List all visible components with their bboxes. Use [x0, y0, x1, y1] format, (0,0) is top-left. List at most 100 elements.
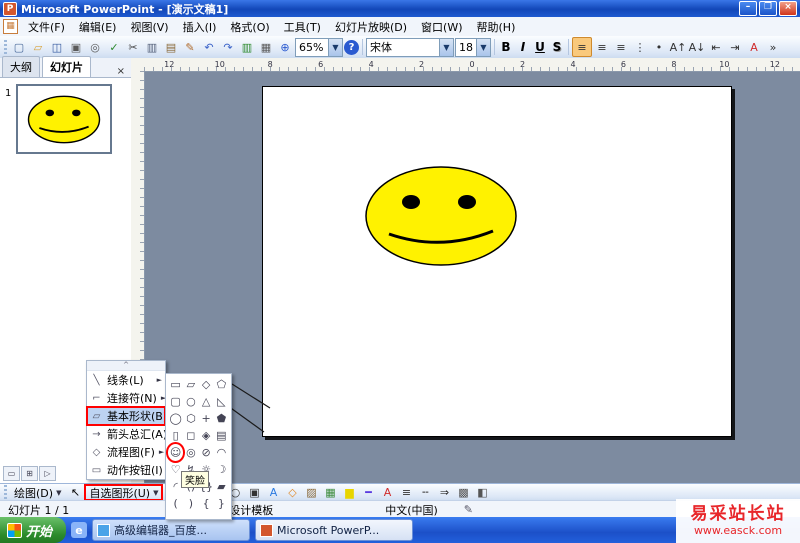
quick-launch-icon[interactable]: e — [71, 522, 88, 538]
spelling-icon[interactable]: ✓ — [105, 38, 123, 56]
pane-close-icon[interactable]: × — [115, 66, 127, 77]
shape-cell[interactable]: ▤ — [214, 427, 229, 444]
menu-item-basic-shapes[interactable]: ▱ 基本形状(B) ► — [86, 406, 177, 426]
increase-font-icon[interactable]: A↑ — [669, 38, 687, 56]
3d-style-icon[interactable]: ◧ — [473, 484, 491, 502]
zoom-dropdown-icon[interactable]: ▼ — [328, 38, 342, 56]
align-right-icon[interactable]: ≡ — [612, 38, 630, 56]
slide-canvas[interactable] — [262, 86, 732, 437]
shape-cell[interactable]: ▰ — [214, 478, 229, 495]
open-icon[interactable]: ▱ — [29, 38, 47, 56]
menu-chevron-icon[interactable]: ^ — [87, 361, 165, 371]
menu-item[interactable]: 编辑(E) — [72, 17, 124, 37]
line-color-icon[interactable]: ━ — [359, 484, 377, 502]
shape-cell[interactable]: ◺ — [214, 393, 229, 410]
tab-slides[interactable]: 幻灯片 — [42, 56, 91, 77]
menu-item[interactable]: 文件(F) — [21, 17, 72, 37]
document-window-icon[interactable]: ▦ — [3, 19, 18, 34]
shadow-style-icon[interactable]: ▩ — [454, 484, 472, 502]
normal-view-icon[interactable]: ▭ — [3, 466, 20, 481]
print-preview-icon[interactable]: ◎ — [86, 38, 104, 56]
autoshapes-button[interactable]: 自选图形(U) ▼ — [84, 484, 164, 501]
help-button[interactable]: ? — [344, 39, 359, 55]
slideshow-view-icon[interactable]: ▷ — [39, 466, 56, 481]
align-left-icon[interactable]: ≡ — [572, 37, 592, 57]
diagram-icon[interactable]: ◇ — [283, 484, 301, 502]
arrow-style-icon[interactable]: ⇒ — [435, 484, 453, 502]
shape-cell[interactable]: ☽ — [214, 461, 229, 478]
increase-indent-icon[interactable]: ⇥ — [726, 38, 744, 56]
picture-icon[interactable]: ▦ — [321, 484, 339, 502]
paste-icon[interactable]: ▤ — [162, 38, 180, 56]
menu-item-block-arrows[interactable]: → 箭头总汇(A) ► — [87, 425, 176, 443]
menu-item-action-buttons[interactable]: ▭ 动作按钮(I) ► — [87, 461, 172, 479]
tab-outline[interactable]: 大纲 — [2, 56, 40, 77]
underline-button[interactable]: U — [532, 38, 548, 56]
shape-cell[interactable]: ☺ — [168, 444, 183, 461]
copy-icon[interactable]: ▥ — [143, 38, 161, 56]
menu-item[interactable]: 视图(V) — [123, 17, 175, 37]
hyperlink-icon[interactable]: ⊕ — [276, 38, 294, 56]
chart-icon[interactable]: ▥ — [238, 38, 256, 56]
redo-icon[interactable]: ↷ — [219, 38, 237, 56]
shape-cell[interactable]: ◈ — [199, 427, 214, 444]
font-color-icon[interactable]: A — [378, 484, 396, 502]
line-style-icon[interactable]: ≡ — [397, 484, 415, 502]
toolbar-grip[interactable] — [4, 485, 7, 500]
shape-cell[interactable]: ▯ — [168, 427, 183, 444]
shape-cell[interactable]: ◎ — [183, 444, 198, 461]
font-name-combo[interactable]: 宋体 ▼ — [366, 37, 454, 57]
menu-item-lines[interactable]: ╲ 线条(L) ► — [87, 371, 165, 389]
font-color-icon[interactable]: A — [745, 38, 763, 56]
shape-cell[interactable]: + — [199, 410, 214, 427]
shape-cell[interactable]: ◠ — [214, 444, 229, 461]
shape-cell[interactable]: { — [199, 495, 214, 512]
decrease-indent-icon[interactable]: ⇤ — [707, 38, 725, 56]
toolbar-options-icon[interactable]: » — [764, 38, 782, 56]
language-indicator[interactable]: 中文(中国) — [385, 502, 438, 518]
slide-sorter-view-icon[interactable]: ⊞ — [21, 466, 38, 481]
shape-cell[interactable]: ⊘ — [199, 444, 214, 461]
shape-cell[interactable]: △ — [199, 393, 214, 410]
shape-cell[interactable]: ◇ — [199, 376, 214, 393]
clip-art-icon[interactable]: ▨ — [302, 484, 320, 502]
save-icon[interactable]: ◫ — [48, 38, 66, 56]
slide-thumbnail[interactable] — [16, 84, 112, 154]
size-dropdown-icon[interactable]: ▼ — [476, 38, 490, 56]
menu-item-connectors[interactable]: ⌐ 连接符(N) ► — [87, 389, 166, 407]
shape-cell[interactable]: ⬡ — [183, 410, 198, 427]
shape-cell[interactable]: } — [214, 495, 229, 512]
font-size-combo[interactable]: 18 ▼ — [455, 37, 491, 57]
shape-cell[interactable]: ⬠ — [214, 376, 229, 393]
menu-item[interactable]: 插入(I) — [176, 17, 224, 37]
restore-button[interactable]: ❐ — [759, 1, 777, 16]
new-icon[interactable]: ▢ — [10, 38, 28, 56]
bold-button[interactable]: B — [498, 38, 514, 56]
table-icon[interactable]: ▦ — [257, 38, 275, 56]
shape-cell[interactable]: ⬟ — [214, 410, 229, 427]
select-objects-icon[interactable]: ↖ — [66, 484, 84, 502]
italic-button[interactable]: I — [515, 38, 531, 56]
shape-cell[interactable]: ( — [168, 495, 183, 512]
menu-item[interactable]: 工具(T) — [277, 17, 328, 37]
undo-icon[interactable]: ↶ — [200, 38, 218, 56]
shape-cell[interactable]: ) — [183, 495, 198, 512]
align-center-icon[interactable]: ≡ — [593, 38, 611, 56]
smiley-face-shape[interactable] — [361, 160, 521, 272]
start-button[interactable]: 开始 — [0, 517, 67, 543]
text-shadow-button[interactable]: S — [549, 38, 565, 56]
shape-cell[interactable]: ▭ — [168, 376, 183, 393]
menu-item[interactable]: 格式(O) — [223, 17, 276, 37]
print-icon[interactable]: ▣ — [67, 38, 85, 56]
format-painter-icon[interactable]: ✎ — [181, 38, 199, 56]
font-dropdown-icon[interactable]: ▼ — [439, 38, 453, 56]
dash-style-icon[interactable]: ╌ — [416, 484, 434, 502]
draw-menu-button[interactable]: 绘图(D) ▼ — [10, 485, 65, 500]
taskbar-task-editor[interactable]: 高级编辑器_百度... — [92, 519, 251, 541]
menu-item[interactable]: 窗口(W) — [414, 17, 469, 37]
shape-cell[interactable]: ▱ — [183, 376, 198, 393]
zoom-combo[interactable]: 65% ▼ — [295, 37, 343, 57]
shape-cell[interactable]: ○ — [183, 393, 198, 410]
menu-item[interactable]: 帮助(H) — [470, 17, 523, 37]
decrease-font-icon[interactable]: A↓ — [688, 38, 706, 56]
